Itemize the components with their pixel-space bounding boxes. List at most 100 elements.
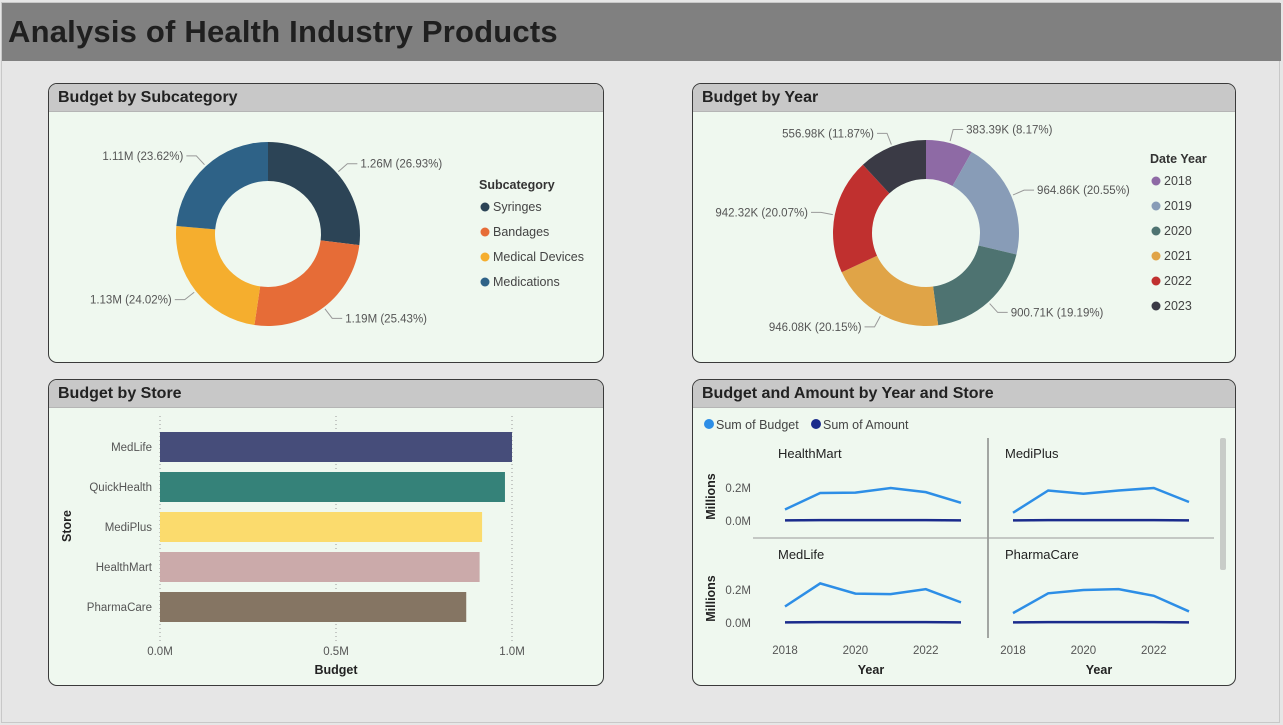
legend-item-2020: 2020 bbox=[1164, 224, 1192, 238]
x-axis-title: Year bbox=[858, 663, 885, 677]
y-tick-label: PharmaCare bbox=[87, 602, 152, 614]
data-label: 1.19M (25.43%) bbox=[345, 313, 427, 325]
y-tick-label: 0.0M bbox=[725, 618, 751, 630]
scrollbar-thumb[interactable] bbox=[1220, 438, 1226, 570]
leader-line bbox=[811, 211, 833, 216]
legend-marker-2023 bbox=[1151, 301, 1161, 311]
y-axis-title: Millions bbox=[704, 473, 718, 520]
panel-label-mediplus: MediPlus bbox=[1005, 446, 1059, 461]
title-bar: Analysis of Health Industry Products bbox=[2, 3, 1281, 61]
y-axis-title: Store bbox=[60, 510, 74, 542]
data-label: 556.98K (11.87%) bbox=[782, 128, 874, 140]
y-tick-label: HealthMart bbox=[96, 562, 153, 574]
leader-line bbox=[1012, 189, 1035, 196]
leader-line bbox=[864, 316, 881, 328]
leader-line bbox=[877, 132, 892, 145]
panel-budget-by-store[interactable]: Budget by Store 0.0M 0.5M 1.0M MedLife Quick… bbox=[48, 379, 604, 686]
legend-item-syringes: Syringes bbox=[493, 200, 542, 214]
legend-marker-2022 bbox=[1151, 276, 1161, 286]
panel-budget-by-year[interactable]: Budget by Year 383.39K (8.17%) 964.86K (2… bbox=[692, 83, 1236, 363]
x-axis-title: Year bbox=[1086, 663, 1113, 677]
page-title: Analysis of Health Industry Products bbox=[8, 14, 558, 49]
legend-marker-bandages bbox=[480, 227, 490, 237]
panel-budget-amount-by-year-store[interactable]: Budget and Amount by Year and Store Sum … bbox=[692, 379, 1236, 686]
legend-marker-2020 bbox=[1151, 226, 1161, 236]
series-line-sum-of-budget-medlife bbox=[784, 582, 962, 608]
data-label: 1.26M (26.93%) bbox=[360, 159, 442, 171]
bar-pharmacare bbox=[160, 592, 467, 622]
x-tick-label: 1.0M bbox=[499, 646, 525, 658]
subcategory-donut-chart: 1.26M (26.93%) 1.19M (25.43%) 1.13M (24.02… bbox=[90, 142, 584, 326]
data-label: 1.11M (23.62%) bbox=[102, 151, 183, 163]
data-label: 942.32K (20.07%) bbox=[715, 207, 808, 219]
legend-item-2022: 2022 bbox=[1164, 274, 1192, 288]
bar-quickhealth bbox=[160, 472, 505, 502]
data-label: 1.13M (24.02%) bbox=[90, 295, 172, 307]
leader-line bbox=[989, 303, 1008, 313]
leader-line bbox=[338, 163, 358, 173]
donut-slice-bandages bbox=[254, 240, 360, 326]
leader-line bbox=[324, 308, 343, 319]
legend-item-medications: Medications bbox=[493, 275, 560, 289]
store-bar-chart: 0.0M 0.5M 1.0M MedLife QuickHealth MediPlus He… bbox=[60, 416, 525, 677]
bar-healthmart bbox=[160, 552, 480, 582]
series-line-sum-of-budget-pharmacare bbox=[1012, 587, 1190, 615]
legend-title: Date Year bbox=[1150, 152, 1207, 166]
data-label: 383.39K (8.17%) bbox=[966, 125, 1052, 137]
y-tick-label: 0.0M bbox=[725, 516, 751, 528]
donut-slice-syringes bbox=[268, 142, 360, 246]
legend-marker-2021 bbox=[1151, 251, 1161, 261]
donut-slice-medical-devices bbox=[176, 226, 261, 325]
small-multiples-line-chart: Sum of Budget Sum of Amount HealthMart 0.2M… bbox=[704, 418, 1214, 677]
legend-marker-sum-of-amount bbox=[811, 419, 821, 429]
x-tick-label: 2020 bbox=[1071, 645, 1097, 657]
legend-marker-sum-of-budget bbox=[704, 419, 714, 429]
legend-item-2023: 2023 bbox=[1164, 299, 1192, 313]
series-line-sum-of-budget-mediplus bbox=[1012, 486, 1190, 514]
data-label: 964.86K (20.55%) bbox=[1037, 185, 1130, 197]
y-tick-label: 0.2M bbox=[725, 483, 751, 495]
panel-label-pharmacare: PharmaCare bbox=[1005, 547, 1079, 562]
y-tick-label: MediPlus bbox=[105, 522, 153, 534]
y-tick-label: QuickHealth bbox=[89, 482, 152, 494]
series-line-sum-of-budget-healthmart bbox=[784, 486, 962, 511]
data-label: 946.08K (20.15%) bbox=[769, 322, 862, 334]
bar-mediplus bbox=[160, 512, 483, 542]
y-axis-title: Millions bbox=[704, 575, 718, 622]
x-tick-label: 2020 bbox=[843, 645, 869, 657]
legend-item-2019: 2019 bbox=[1164, 199, 1192, 213]
legend-item-medical-devices: Medical Devices bbox=[493, 250, 584, 264]
legend-marker-medical-devices bbox=[480, 252, 490, 262]
panel-label-medlife: MedLife bbox=[778, 547, 824, 562]
legend-marker-2018 bbox=[1151, 176, 1161, 186]
leader-line bbox=[949, 129, 964, 142]
x-tick-label: 2022 bbox=[1141, 645, 1167, 657]
x-tick-label: 2018 bbox=[1000, 645, 1026, 657]
legend-title: Subcategory bbox=[479, 178, 555, 192]
x-axis-title: Budget bbox=[314, 663, 358, 677]
x-tick-label: 0.0M bbox=[147, 646, 173, 658]
donut-slice-2020 bbox=[933, 245, 1017, 326]
panel-budget-by-subcategory[interactable]: Budget by Subcategory 1.26M (26.93%) 1.19… bbox=[48, 83, 604, 363]
x-tick-label: 2018 bbox=[772, 645, 798, 657]
panel-label-healthmart: HealthMart bbox=[778, 446, 842, 461]
bar-medlife bbox=[160, 432, 512, 462]
donut-slice-medications bbox=[176, 142, 268, 230]
leader-line bbox=[174, 291, 195, 301]
legend-marker-2019 bbox=[1151, 201, 1161, 211]
year-donut-chart: 383.39K (8.17%) 964.86K (20.55%) 900.71K (… bbox=[715, 125, 1207, 334]
donut-slice-2021 bbox=[841, 255, 939, 326]
legend-marker-medications bbox=[480, 277, 490, 287]
legend-marker-syringes bbox=[480, 202, 490, 212]
legend-item-sum-of-budget: Sum of Budget bbox=[716, 418, 799, 432]
y-tick-label: 0.2M bbox=[725, 585, 751, 597]
data-label: 900.71K (19.19%) bbox=[1011, 307, 1104, 319]
legend-item-2018: 2018 bbox=[1164, 174, 1192, 188]
legend-item-sum-of-amount: Sum of Amount bbox=[823, 418, 909, 432]
leader-line bbox=[186, 155, 205, 166]
x-tick-label: 2022 bbox=[913, 645, 939, 657]
y-tick-label: MedLife bbox=[111, 442, 152, 454]
x-tick-label: 0.5M bbox=[323, 646, 349, 658]
legend-item-bandages: Bandages bbox=[493, 225, 549, 239]
legend-item-2021: 2021 bbox=[1164, 249, 1192, 263]
